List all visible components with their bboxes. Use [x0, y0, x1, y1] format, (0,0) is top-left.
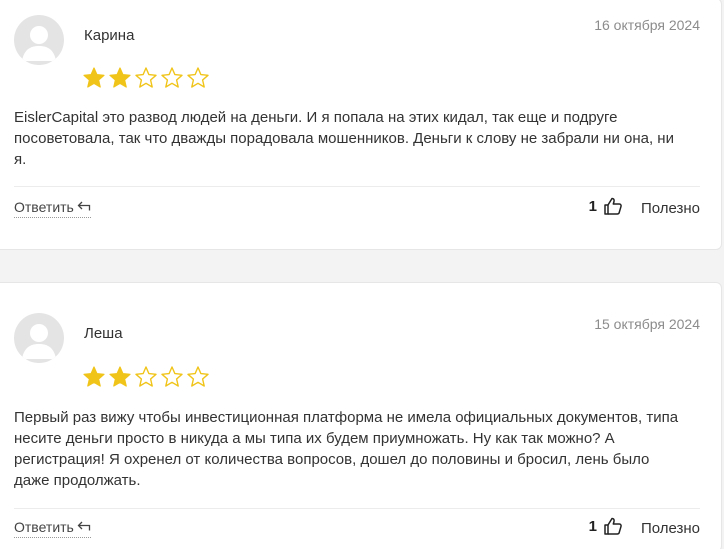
avatar	[14, 15, 64, 65]
reply-button[interactable]: Ответить	[14, 199, 91, 218]
useful-button[interactable]: Полезно	[641, 200, 700, 217]
review-text: EislerCapital это развод людей на деньги…	[14, 109, 674, 168]
rating-stars	[82, 66, 210, 90]
star-empty-icon	[160, 365, 184, 389]
user-avatar-icon	[22, 26, 56, 61]
like-count: 1	[588, 517, 597, 535]
review-date: 16 октября 2024	[594, 17, 700, 33]
reply-arrow-icon	[77, 519, 91, 535]
review-card: Карина 16 октября 2024 EislerCapital это…	[0, 0, 722, 250]
star-empty-icon	[160, 66, 184, 90]
star-filled-icon	[82, 365, 106, 389]
likes-area: 1	[589, 516, 623, 536]
likes-area: 1	[589, 196, 623, 216]
star-empty-icon	[186, 365, 210, 389]
reply-label: Ответить	[14, 519, 74, 535]
star-filled-icon	[82, 66, 106, 90]
user-avatar-icon	[22, 324, 56, 359]
thumbs-up-icon[interactable]	[603, 196, 623, 216]
star-empty-icon	[134, 365, 158, 389]
review-card: Леша 15 октября 2024 Первый раз вижу что…	[0, 282, 722, 549]
review-date: 15 октября 2024	[594, 316, 700, 332]
divider	[14, 186, 700, 187]
rating-stars	[82, 365, 210, 389]
star-filled-icon	[108, 66, 132, 90]
review-author: Карина	[84, 27, 135, 44]
reply-arrow-icon	[77, 199, 91, 215]
review-text: Первый раз вижу чтобы инвестиционная пла…	[14, 409, 679, 489]
star-filled-icon	[108, 365, 132, 389]
star-empty-icon	[186, 66, 210, 90]
thumbs-up-icon[interactable]	[603, 516, 623, 536]
review-author: Леша	[84, 325, 123, 342]
divider	[14, 508, 700, 509]
reply-label: Ответить	[14, 199, 74, 215]
reply-button[interactable]: Ответить	[14, 519, 91, 538]
avatar	[14, 313, 64, 363]
star-empty-icon	[134, 66, 158, 90]
like-count: 1	[588, 197, 597, 215]
useful-button[interactable]: Полезно	[641, 520, 700, 537]
